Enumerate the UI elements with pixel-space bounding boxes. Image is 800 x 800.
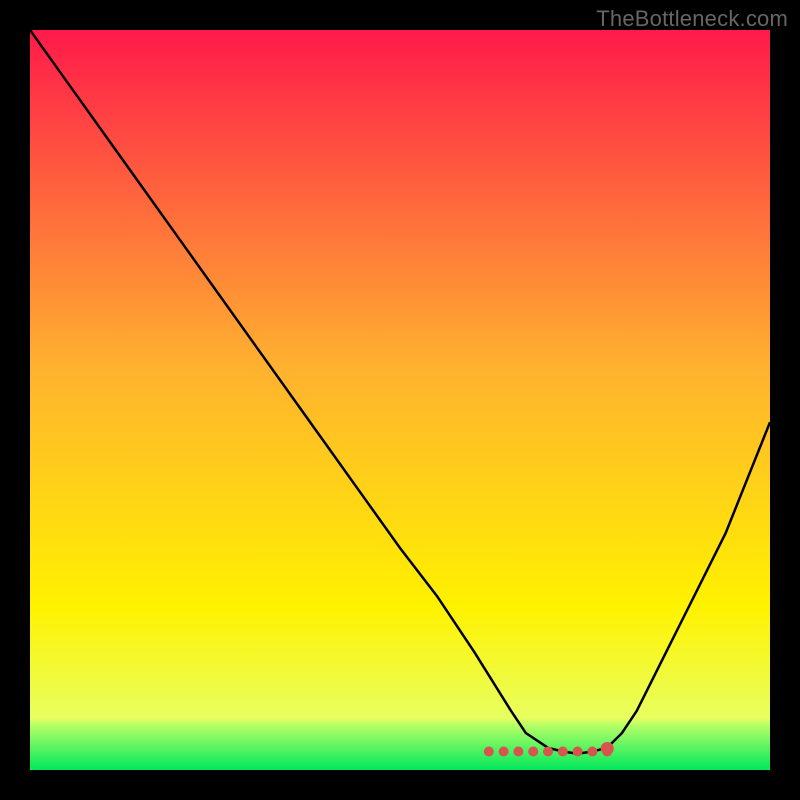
watermark-text: TheBottleneck.com bbox=[596, 6, 788, 32]
sweet-spot-dot bbox=[558, 747, 568, 757]
sweet-spot-dot bbox=[543, 747, 553, 757]
sweet-spot-dot bbox=[573, 747, 583, 757]
sweet-spot-dot bbox=[587, 747, 597, 757]
sweet-spot-dot bbox=[513, 747, 523, 757]
sweet-spot-end-dot bbox=[601, 742, 614, 755]
gradient-background bbox=[30, 30, 770, 770]
chart-container bbox=[30, 30, 770, 770]
sweet-spot-dot bbox=[528, 747, 538, 757]
sweet-spot-dot bbox=[499, 747, 509, 757]
bottleneck-chart bbox=[30, 30, 770, 770]
sweet-spot-dot bbox=[484, 747, 494, 757]
